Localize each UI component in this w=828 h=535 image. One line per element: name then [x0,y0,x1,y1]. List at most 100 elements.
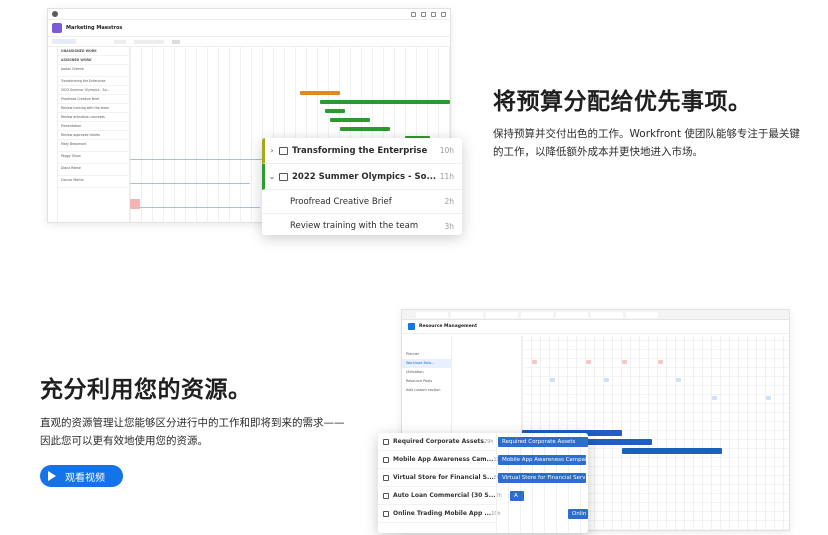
list-item[interactable]: Presentation [58,122,129,131]
browser-tabs [402,310,789,320]
project-detail-panel: › Transforming the Enterprise 10h ⌄ 2022… [262,138,462,235]
task-row[interactable]: Proofread Creative Brief 2h [262,190,462,214]
project-name: Auto Loan Commercial (30 S... [393,492,496,499]
alloc-cell [676,378,681,382]
chevron-down-icon[interactable]: ⌄ [265,172,279,181]
project-row[interactable]: ⌄ 2022 Summer Olympics - So... 11h [262,164,462,190]
nav-item[interactable]: Workload Bala... [402,359,451,368]
project-name: Virtual Store for Financial S... [393,474,494,481]
alloc-cell [712,396,717,400]
project-row[interactable]: Auto Loan Commercial (30 S... 2h [378,487,502,505]
app-logo-icon [52,11,58,17]
section2-body: 直观的资源管理让您能够区分进行中的工作和即将到来的需求——因此您可以更有效地使用… [40,417,345,447]
section1-body: 保持预算并交付出色的工作。Workfront 使团队能够专注于最关键的工作，以降… [493,128,800,158]
timeline-bar[interactable]: Mobile App Awareness Campaign [498,455,586,465]
alloc-cell [604,378,609,382]
hours: 2h [444,197,454,206]
nav-item[interactable]: Add custom section [402,386,451,395]
alloc-cell [532,360,537,364]
project-row[interactable]: › Transforming the Enterprise 10h [262,138,462,164]
assigned-header: ASSIGNED WORK [58,56,129,65]
project-icon [279,172,288,181]
task-name: Proofread Creative Brief [290,196,392,207]
workload-line [130,159,270,160]
nav-item[interactable]: Utilization [402,368,451,377]
chevron-right-icon[interactable]: › [265,146,279,155]
project-row[interactable]: Required Corporate Assets 29h [378,433,496,451]
list-item[interactable]: Peggy Olson [58,152,129,164]
hours: 10h [439,146,454,155]
alloc-cell [586,360,591,364]
list-item[interactable]: Diana Reese [58,164,129,176]
project-title: Marketing Maestros [66,25,123,31]
workload-line [130,207,260,208]
list-item[interactable]: Review animation concepts [58,113,129,122]
gantt-bar[interactable] [330,118,370,122]
hours: 11h [439,172,454,181]
project-icon [383,474,389,481]
project-name: 2022 Summer Olympics - So... [292,171,437,182]
list-item[interactable]: Proofread Creative Brief [58,95,129,104]
list-item[interactable]: Mary Beaumont [58,140,129,152]
project-icon [383,438,389,445]
alloc-cell [766,396,771,400]
gantt-bar[interactable] [340,127,390,131]
project-row[interactable]: Online Trading Mobile App ... 10h [378,505,501,523]
list-item[interactable]: Jordan Greene [58,65,129,77]
alloc-cell [658,360,663,364]
project-icon [383,492,389,499]
topbar-icons [411,11,446,17]
allocation-bar[interactable] [622,448,722,454]
project-header: Marketing Maestros [48,20,450,37]
resource-header: Resource Management [402,320,789,334]
project-name: Transforming the Enterprise [292,145,428,156]
app-topbar [48,9,450,20]
timeline-bar[interactable]: Required Corporate Assets [498,437,588,447]
watch-video-button[interactable]: 观看视频 [40,465,123,487]
resource-title: Resource Management [419,324,478,329]
project-icon [279,146,288,155]
project-row[interactable]: Virtual Store for Financial S... 80h [378,469,503,487]
section2-heading: 充分利用您的资源。 [40,377,252,403]
project-icon [52,23,62,33]
overload-block [130,199,140,209]
list-item[interactable]: Review approved tickets [58,131,129,140]
gantt-bar[interactable] [300,91,340,95]
gantt-bar[interactable] [325,109,345,113]
task-name: Review training with the team [290,221,419,231]
project-name: Online Trading Mobile App ... [393,510,492,517]
unassigned-header: UNASSIGNED WORK [58,47,129,56]
workload-line [130,183,250,184]
gantt-bar[interactable] [320,100,450,104]
timeline-toolbar [48,37,450,47]
task-row[interactable]: Review training with the team 3h [262,214,462,235]
nav-item[interactable]: Planner [402,350,451,359]
nav-item[interactable]: Resource Pools [402,377,451,386]
work-list: UNASSIGNED WORK ASSIGNED WORK Jordan Gre… [58,47,130,222]
list-item[interactable]: Review training with the team [58,104,129,113]
alloc-cell [622,360,627,364]
resource-icon [408,323,415,330]
timeline-bar[interactable]: A [510,491,524,501]
project-timeline: Required Corporate Assets Mobile App Awa… [496,433,588,533]
side-rail [48,47,58,222]
timeline-bar[interactable]: Onlin [568,509,588,519]
timeline-bar[interactable]: Virtual Store for Financial Serv [498,473,586,483]
project-name: Required Corporate Assets [393,438,484,445]
hours: 29h [483,438,494,445]
list-item[interactable]: Connor Martin [58,176,129,188]
project-assignment-panel: Required Corporate Assets 29h Mobile App… [378,433,588,533]
hours: 3h [444,221,454,231]
project-row[interactable]: Mobile App Awareness Cam... 10h [378,451,503,469]
list-item[interactable]: 2022 Summer Olympics - So... [58,86,129,95]
project-icon [383,456,389,463]
alloc-cell [550,378,555,382]
project-icon [383,510,389,517]
section1-heading: 将预算分配给优先事项。 [493,89,752,115]
play-icon [48,471,56,481]
watch-video-label: 观看视频 [65,472,105,484]
list-item[interactable]: Transforming the Enterprise [58,77,129,86]
project-list: Required Corporate Assets 29h Mobile App… [378,433,503,533]
project-name: Mobile App Awareness Cam... [393,456,494,463]
page: Marketing Maestros UNASSIGNED WORK ASSIG… [0,0,828,535]
